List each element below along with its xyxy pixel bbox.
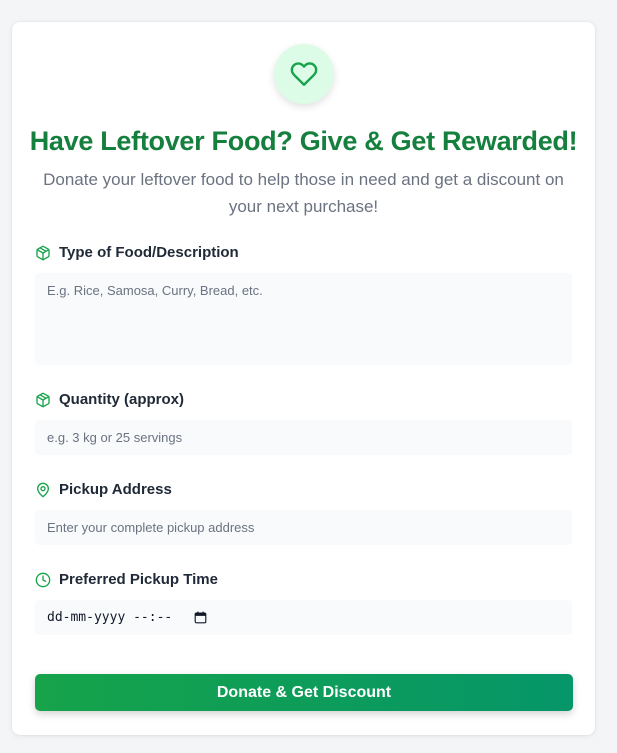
food-description-field[interactable] [35, 273, 572, 365]
clock-icon [35, 572, 51, 588]
map-pin-icon [35, 482, 51, 498]
heart-badge [274, 44, 334, 104]
donation-card: Have Leftover Food? Give & Get Rewarded!… [12, 22, 595, 735]
page-subtitle: Donate your leftover food to help those … [43, 170, 564, 216]
page-title: Have Leftover Food? Give & Get Rewarded! [29, 126, 578, 156]
package-icon [35, 392, 51, 408]
quantity-field[interactable] [35, 420, 572, 455]
calendar-icon[interactable] [194, 611, 207, 624]
pickup-time-field[interactable]: dd-mm-yyyy --:-- [35, 600, 572, 635]
quantity-label-text: Quantity (approx) [59, 391, 185, 408]
time-label-text: Preferred Pickup Time [59, 571, 218, 588]
donate-submit-button[interactable]: Donate & Get Discount [35, 674, 573, 711]
food-label: Type of Food/Description [35, 244, 239, 261]
food-label-text: Type of Food/Description [59, 244, 239, 261]
time-label: Preferred Pickup Time [35, 571, 218, 588]
package-icon [35, 245, 51, 261]
quantity-label: Quantity (approx) [35, 391, 184, 408]
pickup-time-value: dd-mm-yyyy --:-- [47, 610, 173, 625]
address-field[interactable] [35, 510, 572, 545]
address-label: Pickup Address [35, 481, 172, 498]
address-label-text: Pickup Address [59, 481, 172, 498]
heart-icon [290, 60, 318, 88]
